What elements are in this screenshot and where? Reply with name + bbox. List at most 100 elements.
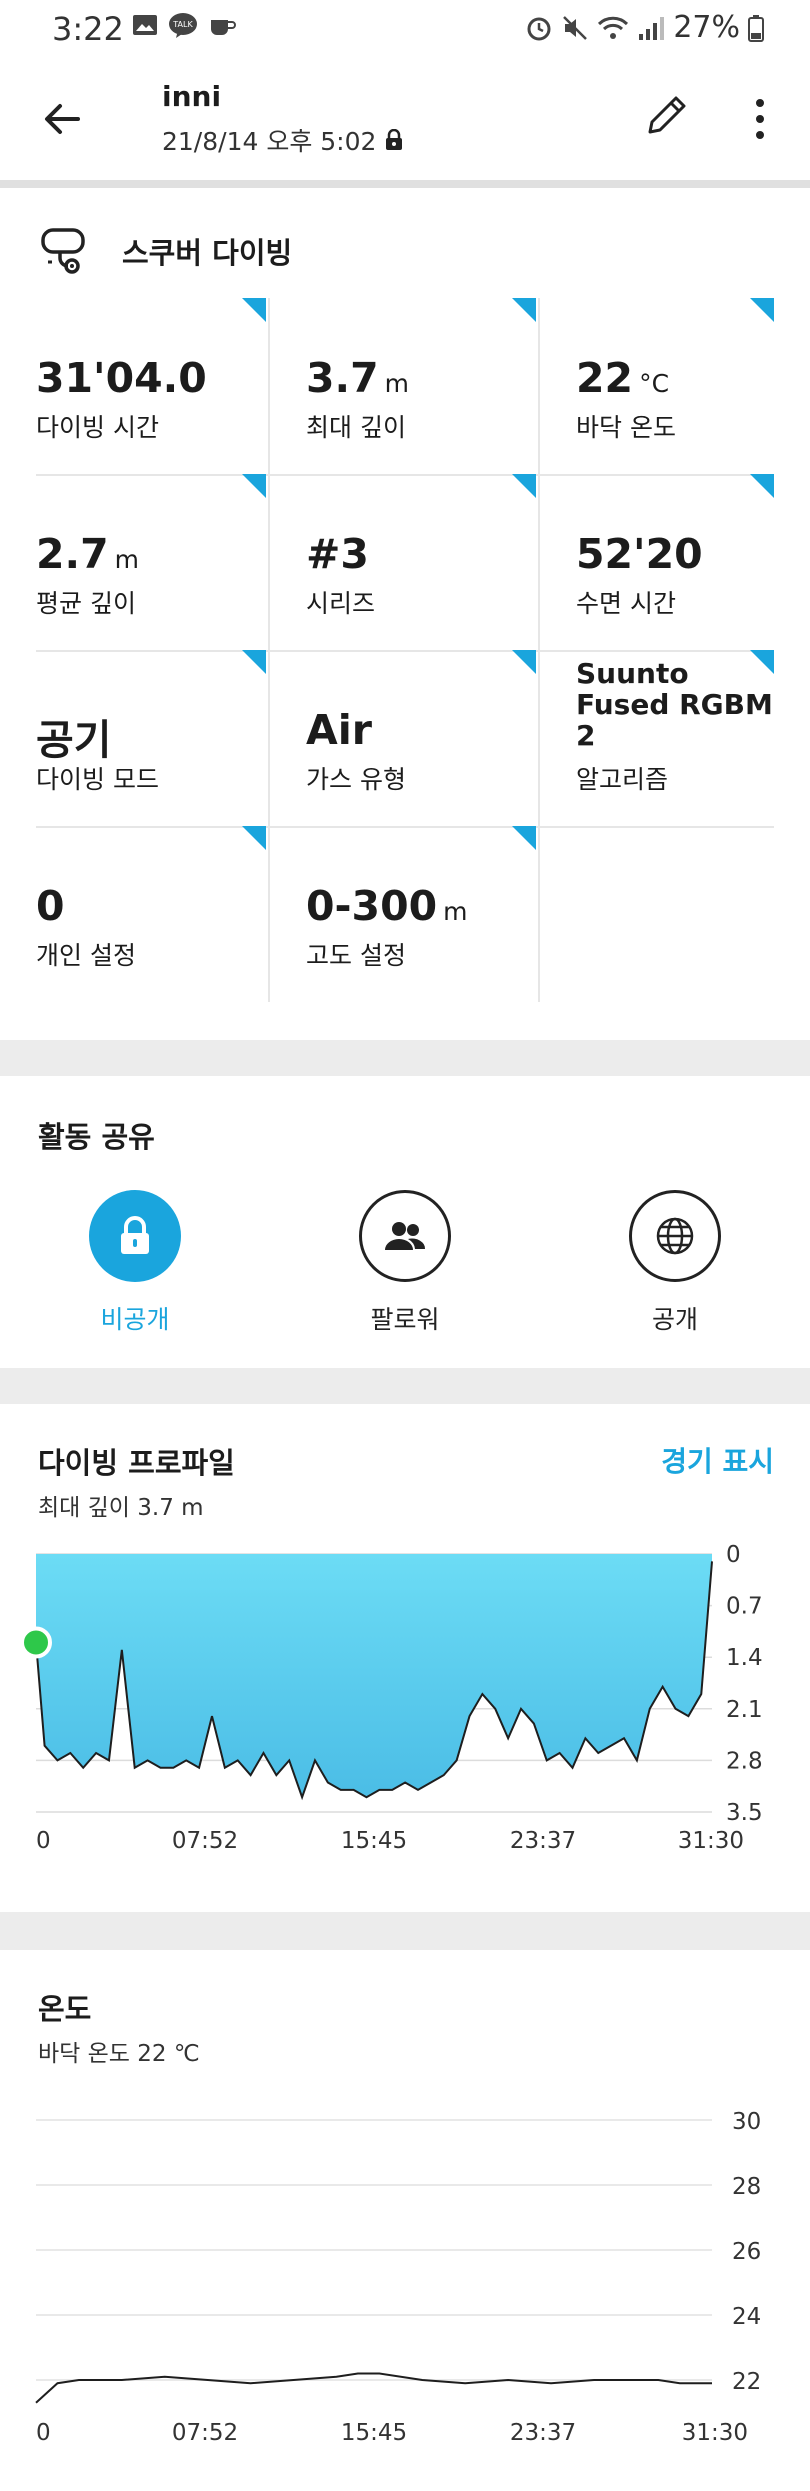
share-option-followers[interactable]: 팔로워 bbox=[305, 1190, 505, 1336]
x-tick-label: 0 bbox=[36, 1828, 51, 1854]
metric-value: 2.7 m bbox=[36, 530, 139, 578]
metric-value: 22 °C bbox=[576, 354, 670, 402]
temperature-chart[interactable]: 30 28 26 24 22 0 07:52 15:45 23:37 31:30 bbox=[0, 1950, 810, 2491]
workout-datetime-text: 21/8/14 오후 5:02 bbox=[162, 127, 377, 156]
share-option-circle[interactable] bbox=[629, 1190, 721, 1282]
metric-personal-setting[interactable]: 0 개인 설정 bbox=[36, 826, 266, 1002]
share-option-label: 팔로워 bbox=[370, 1305, 440, 1334]
metric-value: Suunto Fused RGBM 2 bbox=[576, 657, 773, 752]
y-tick-label: 28 bbox=[732, 2174, 761, 2200]
metric-label: 알고리즘 bbox=[576, 765, 669, 794]
status-time: 3:22 bbox=[52, 10, 124, 48]
x-tick-label: 15:45 bbox=[341, 1828, 407, 1854]
y-tick-label: 2.8 bbox=[726, 1748, 763, 1774]
battery-icon bbox=[748, 14, 764, 42]
lock-icon bbox=[386, 129, 403, 150]
x-tick-label: 31:30 bbox=[678, 1828, 744, 1854]
metric-corner-marker bbox=[242, 298, 266, 322]
status-bar: 3:22 TALK 27% bbox=[0, 0, 810, 56]
metrics-grid: 31'04.0 다이빙 시간 3.7 m 최대 깊이 22 °C 바닥 온도 2.7… bbox=[36, 298, 774, 1002]
x-tick-label: 0 bbox=[36, 2420, 51, 2446]
metric-gas-type[interactable]: Air 가스 유형 bbox=[306, 650, 536, 826]
dive-profile-card: 다이빙 프로파일 최대 깊이 3.7 m 경기 표시 0 0.7 1.4 2.1 2.8… bbox=[0, 1404, 810, 1912]
more-options-icon[interactable] bbox=[740, 92, 780, 146]
metric-altitude-setting[interactable]: 0-300 m 고도 설정 bbox=[306, 826, 536, 1002]
signal-icon bbox=[639, 16, 665, 40]
svg-text:TALK: TALK bbox=[172, 20, 193, 29]
metric-corner-marker bbox=[242, 650, 266, 674]
metric-bottom-temperature[interactable]: 22 °C 바닥 온도 bbox=[576, 298, 774, 474]
metric-label: 시리즈 bbox=[306, 589, 376, 618]
metric-surface-time[interactable]: 52'20 수면 시간 bbox=[576, 474, 774, 650]
metric-value: 0 bbox=[36, 882, 65, 930]
dive-start-marker bbox=[20, 1626, 52, 1659]
globe-icon bbox=[656, 1217, 694, 1255]
x-tick-label: 31:30 bbox=[682, 2420, 748, 2446]
metric-avg-depth[interactable]: 2.7 m 평균 깊이 bbox=[36, 474, 266, 650]
x-tick-label: 23:37 bbox=[510, 2420, 576, 2446]
metric-value: 3.7 m bbox=[306, 354, 409, 402]
lock-icon bbox=[121, 1216, 149, 1254]
metric-corner-marker bbox=[750, 474, 774, 498]
x-tick-label: 15:45 bbox=[341, 2420, 407, 2446]
metric-value: 공기 bbox=[36, 716, 112, 764]
mute-icon bbox=[563, 15, 588, 40]
metric-value: #3 bbox=[306, 530, 369, 578]
metric-label: 가스 유형 bbox=[306, 765, 406, 794]
metric-corner-marker bbox=[512, 474, 536, 498]
metric-label: 다이빙 시간 bbox=[36, 413, 159, 442]
grid-divider bbox=[268, 298, 270, 1002]
share-option-label: 공개 bbox=[651, 1305, 698, 1334]
metric-corner-marker bbox=[242, 826, 266, 850]
status-notification-icons: TALK bbox=[132, 12, 236, 38]
y-tick-label: 1.4 bbox=[726, 1645, 763, 1671]
edit-pencil-icon[interactable] bbox=[640, 88, 694, 142]
back-arrow-icon[interactable] bbox=[38, 94, 88, 144]
metric-corner-marker bbox=[512, 826, 536, 850]
wifi-icon bbox=[598, 16, 629, 39]
dive-profile-chart[interactable]: 0 0.7 1.4 2.1 2.8 3.5 0 07:52 15:45 23:37 31:30 bbox=[0, 1404, 810, 1912]
share-option-label: 비공개 bbox=[100, 1305, 170, 1334]
workout-title: inni bbox=[162, 80, 222, 113]
y-tick-label: 2.1 bbox=[726, 1697, 763, 1723]
share-option-private[interactable]: 비공개 bbox=[35, 1190, 235, 1336]
temperature-line bbox=[35, 2372, 712, 2404]
battery-percent: 27% bbox=[673, 10, 740, 45]
share-option-circle[interactable] bbox=[359, 1190, 451, 1282]
metric-dive-mode[interactable]: 공기 다이빙 모드 bbox=[36, 650, 266, 826]
share-activity-card: 활동 공유 비공개 팔로워 공개 bbox=[0, 1076, 810, 1368]
metric-corner-marker bbox=[242, 474, 266, 498]
metric-label: 수면 시간 bbox=[576, 589, 676, 618]
coffee-icon bbox=[211, 20, 236, 35]
metric-label: 바닥 온도 bbox=[576, 413, 676, 442]
y-tick-label: 30 bbox=[732, 2109, 761, 2135]
metric-max-depth[interactable]: 3.7 m 최대 깊이 bbox=[306, 298, 536, 474]
metric-label: 고도 설정 bbox=[306, 941, 406, 970]
share-option-public[interactable]: 공개 bbox=[575, 1190, 775, 1336]
gallery-icon bbox=[133, 15, 157, 35]
grid-divider bbox=[538, 298, 540, 1002]
activity-type-label: 스쿠버 다이빙 bbox=[122, 236, 293, 270]
workout-datetime: 21/8/14 오후 5:02 bbox=[162, 122, 404, 158]
dive-summary-card: 스쿠버 다이빙 31'04.0 다이빙 시간 3.7 m 최대 깊이 22 °C 바… bbox=[0, 188, 810, 1040]
metric-series[interactable]: #3 시리즈 bbox=[306, 474, 536, 650]
metric-dive-time[interactable]: 31'04.0 다이빙 시간 bbox=[36, 298, 266, 474]
metric-algorithm[interactable]: Suunto Fused RGBM 2 알고리즘 bbox=[576, 650, 774, 826]
y-tick-label: 0 bbox=[726, 1542, 741, 1568]
x-tick-label: 23:37 bbox=[510, 1828, 576, 1854]
metric-value: Air bbox=[306, 706, 373, 754]
metric-value: 52'20 bbox=[576, 530, 703, 578]
y-tick-label: 22 bbox=[732, 2369, 761, 2395]
share-option-circle[interactable] bbox=[89, 1190, 181, 1282]
app-bar-divider bbox=[0, 180, 810, 188]
x-tick-label: 07:52 bbox=[172, 2420, 238, 2446]
y-tick-label: 26 bbox=[732, 2239, 761, 2265]
activity-type-header: 스쿠버 다이빙 bbox=[38, 222, 292, 280]
share-title: 활동 공유 bbox=[38, 1120, 155, 1154]
metric-corner-marker bbox=[750, 298, 774, 322]
y-tick-label: 24 bbox=[732, 2304, 761, 2330]
alarm-icon bbox=[527, 17, 551, 40]
metric-label: 평균 깊이 bbox=[36, 589, 136, 618]
y-tick-label: 3.5 bbox=[726, 1800, 763, 1826]
scuba-mask-icon bbox=[41, 228, 85, 274]
